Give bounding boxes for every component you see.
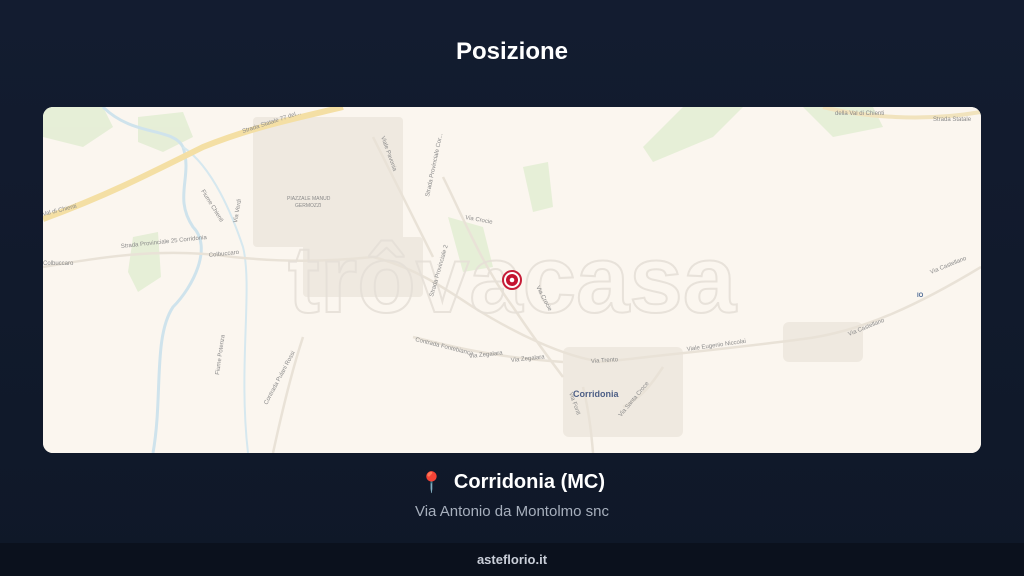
location-marker-icon[interactable]	[502, 270, 522, 290]
label-colbuccaro-left: Colbuccaro	[43, 261, 74, 267]
map-poi-marker: IO	[917, 293, 924, 299]
label-della-val-di-chienti: della Val di Chienti	[835, 111, 884, 117]
pin-icon: 📍	[419, 472, 444, 494]
footer: asteflorio.it	[0, 543, 1024, 576]
map-canvas[interactable]: trôvacasa Strada Statale 77 del... Val d…	[43, 107, 981, 453]
footer-brand[interactable]: asteflorio.it	[477, 552, 547, 567]
town-label: Corridonia	[573, 389, 619, 399]
location-info: 📍 Corridonia (MC) Via Antonio da Montolm…	[0, 470, 1024, 520]
location-title: 📍 Corridonia (MC)	[419, 470, 605, 495]
label-strada-statale-right: Strada Statale	[933, 117, 972, 123]
location-name: Corridonia (MC)	[453, 471, 605, 493]
label-piazzale2: GERMOZZI	[295, 203, 321, 209]
map-view[interactable]: trôvacasa Strada Statale 77 del... Val d…	[43, 107, 981, 453]
page-title: Posizione	[455, 38, 569, 65]
location-address: Via Antonio da Montolmo snc	[414, 503, 609, 520]
label-piazzale: PIAZZALE MANUD	[287, 196, 331, 202]
